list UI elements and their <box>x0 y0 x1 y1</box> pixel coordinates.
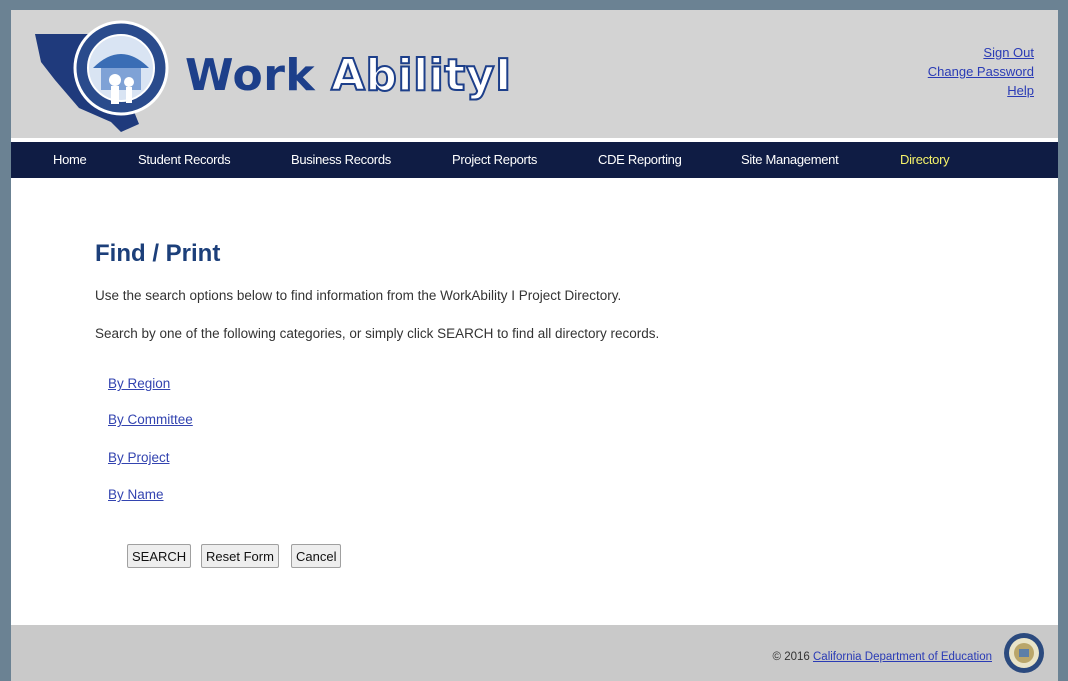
header: Work AbilityI Sign Out Change Password H… <box>11 10 1058 138</box>
nav-student-records[interactable]: Student Records <box>138 152 231 167</box>
search-button[interactable]: SEARCH <box>127 544 192 568</box>
workability-logo[interactable]: Work AbilityI <box>31 10 531 138</box>
footer: © 2016 California Department of Educatio… <box>11 625 1058 681</box>
nav-cde-reporting[interactable]: CDE Reporting <box>598 152 682 167</box>
main-content: Find / Print Use the search options belo… <box>11 178 1058 625</box>
cde-seal-icon[interactable] <box>1003 632 1045 674</box>
account-links: Sign Out Change Password Help <box>928 43 1034 100</box>
reset-form-button[interactable]: Reset Form <box>201 544 279 568</box>
by-region-link[interactable]: By Region <box>108 376 170 391</box>
logo-numeral: I <box>494 49 512 102</box>
cancel-button[interactable]: Cancel <box>291 544 342 568</box>
copyright-text: © 2016 <box>772 651 810 663</box>
cde-link[interactable]: California Department of Education <box>813 651 992 663</box>
nav-project-reports[interactable]: Project Reports <box>452 152 537 167</box>
intro-text: Use the search options below to find inf… <box>95 288 622 303</box>
footer-copyright: © 2016 California Department of Educatio… <box>773 651 992 663</box>
nav-site-management[interactable]: Site Management <box>741 152 839 167</box>
page-title: Find / Print <box>95 240 221 267</box>
california-map-icon <box>35 20 169 132</box>
nav-business-records[interactable]: Business Records <box>291 152 391 167</box>
logo-word-ability: Ability <box>330 49 496 102</box>
sign-out-link[interactable]: Sign Out <box>928 43 1034 62</box>
main-nav: Home Student Records Business Records Pr… <box>11 142 1058 178</box>
by-name-link[interactable]: By Name <box>108 487 164 502</box>
app-window: Work AbilityI Sign Out Change Password H… <box>11 10 1058 681</box>
by-committee-link[interactable]: By Committee <box>108 412 193 427</box>
logo-word-work: Work <box>185 50 316 101</box>
change-password-link[interactable]: Change Password <box>928 62 1034 81</box>
by-project-link[interactable]: By Project <box>108 450 170 465</box>
instructions-text: Search by one of the following categorie… <box>95 326 660 341</box>
nav-home[interactable]: Home <box>53 152 87 167</box>
logo-wordmark: Work AbilityI <box>185 49 512 102</box>
nav-directory[interactable]: Directory <box>900 152 950 167</box>
help-link[interactable]: Help <box>928 81 1034 100</box>
